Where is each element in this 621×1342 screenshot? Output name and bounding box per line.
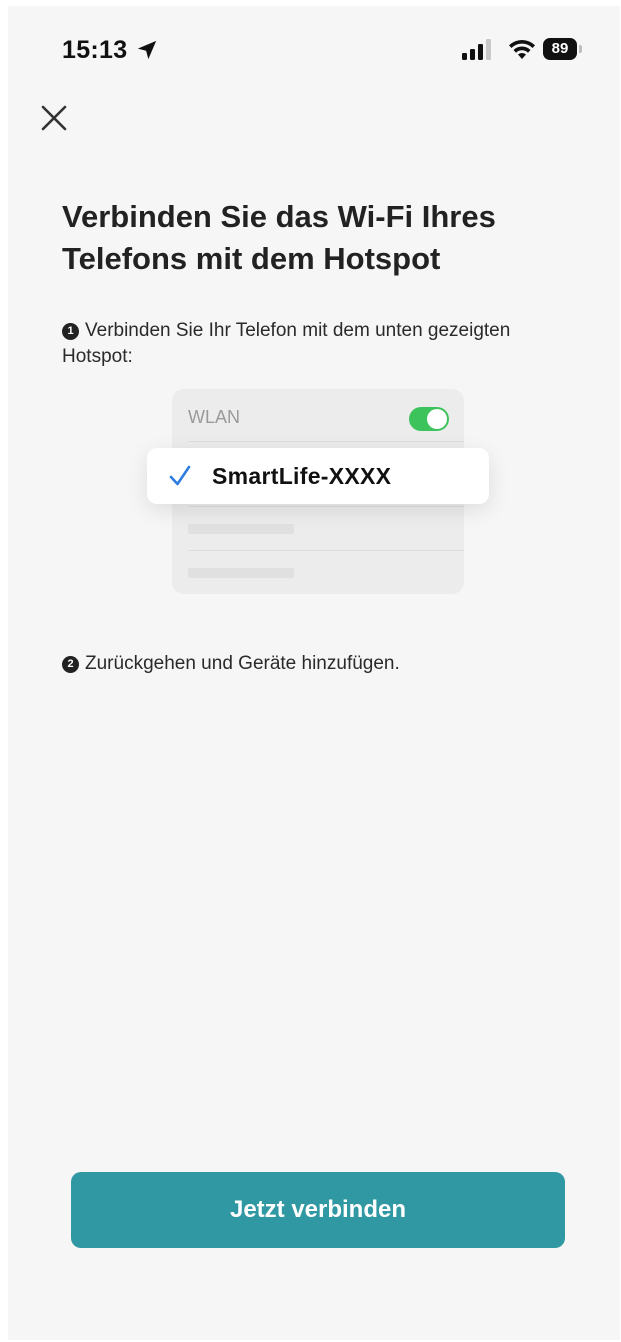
cellular-signal-icon — [462, 39, 491, 60]
step-1-number-icon: 1 — [62, 323, 79, 340]
step-1: 1 Verbinden Sie Ihr Telefon mit dem unten… — [62, 318, 582, 370]
battery-level: 89 — [551, 40, 569, 57]
placeholder-network-1 — [188, 524, 294, 534]
step-2-number-icon: 2 — [62, 656, 79, 673]
wlan-toggle — [409, 407, 449, 431]
wlan-label: WLAN — [188, 407, 241, 427]
wifi-icon — [509, 39, 535, 59]
step-2-text: Zurückgehen und Geräte hinzufügen. — [85, 653, 400, 674]
checkmark-icon — [169, 465, 191, 486]
status-time: 15:13 — [62, 36, 128, 64]
hotspot-network-row: SmartLife-XXXX — [147, 448, 489, 504]
hotspot-name: SmartLife-XXXX — [212, 463, 392, 489]
battery-cap — [579, 45, 582, 53]
step-1-text: Verbinden Sie Ihr Telefon mit dem unten … — [62, 320, 511, 367]
connect-now-button[interactable]: Jetzt verbinden — [71, 1172, 565, 1248]
battery-icon: 89 — [543, 38, 583, 62]
step-2: 2 Zurückgehen und Geräte hinzufügen. — [62, 651, 582, 677]
screen: 15:13 89 Verbinden Sie das Wi-Fi Ihres T… — [8, 6, 620, 1340]
page-title: Verbinden Sie das Wi-Fi Ihres Telefons m… — [62, 199, 496, 276]
divider — [188, 506, 464, 507]
divider — [188, 441, 464, 442]
toggle-knob — [427, 409, 447, 429]
close-icon[interactable] — [36, 100, 72, 136]
placeholder-network-2 — [188, 568, 294, 578]
location-arrow-icon — [137, 40, 157, 60]
divider — [188, 550, 464, 551]
